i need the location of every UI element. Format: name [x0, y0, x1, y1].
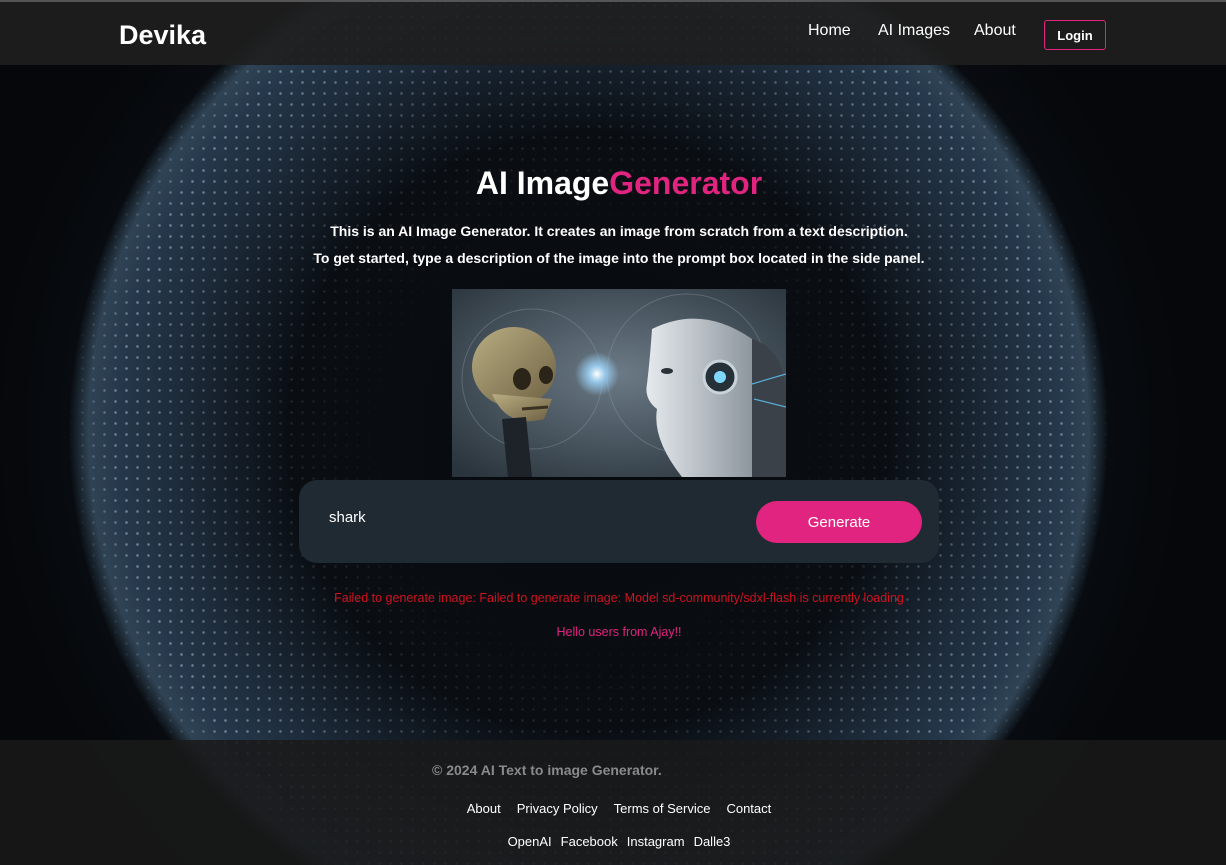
footer-link-about[interactable]: About [467, 801, 501, 816]
footer-link-dalle3[interactable]: Dalle3 [694, 834, 731, 849]
nav-link-home[interactable]: Home [808, 22, 851, 40]
error-message: Failed to generate image: Failed to gene… [334, 591, 904, 605]
footer: © 2024 AI Text to image Generator. About… [0, 740, 1226, 865]
nav-link-about[interactable]: About [974, 22, 1016, 40]
footer-link-openai[interactable]: OpenAI [508, 834, 552, 849]
prompt-box: Generate [299, 480, 939, 563]
footer-links-primary: About Privacy Policy Terms of Service Co… [0, 801, 1226, 816]
login-button[interactable]: Login [1044, 20, 1106, 50]
footer-link-facebook[interactable]: Facebook [561, 834, 618, 849]
nav-link-ai-images[interactable]: AI Images [878, 22, 950, 40]
footer-links-social: OpenAI Facebook Instagram Dalle3 [0, 834, 1226, 849]
brand-logo[interactable]: Devika [119, 20, 206, 51]
footer-link-instagram[interactable]: Instagram [627, 834, 685, 849]
footer-link-contact[interactable]: Contact [726, 801, 771, 816]
main-content: AI ImageGenerator This is an AI Image Ge… [0, 65, 1226, 740]
description-line-1: This is an AI Image Generator. It create… [330, 223, 908, 239]
title-main: AI Image [475, 165, 610, 201]
page-title: AI ImageGenerator [0, 165, 1226, 202]
hello-message: Hello users from Ajay!! [556, 625, 682, 639]
copyright-text: © 2024 AI Text to image Generator. [432, 762, 662, 778]
navbar: Devika Home AI Images About Login [0, 0, 1226, 65]
footer-link-terms-of-service[interactable]: Terms of Service [614, 801, 711, 816]
prompt-input[interactable] [329, 502, 729, 532]
description-line-2: To get started, type a description of th… [313, 250, 925, 266]
generate-button[interactable]: Generate [756, 501, 922, 543]
footer-link-privacy-policy[interactable]: Privacy Policy [517, 801, 598, 816]
hero-image [452, 289, 786, 477]
title-accent: Generator [609, 165, 763, 201]
